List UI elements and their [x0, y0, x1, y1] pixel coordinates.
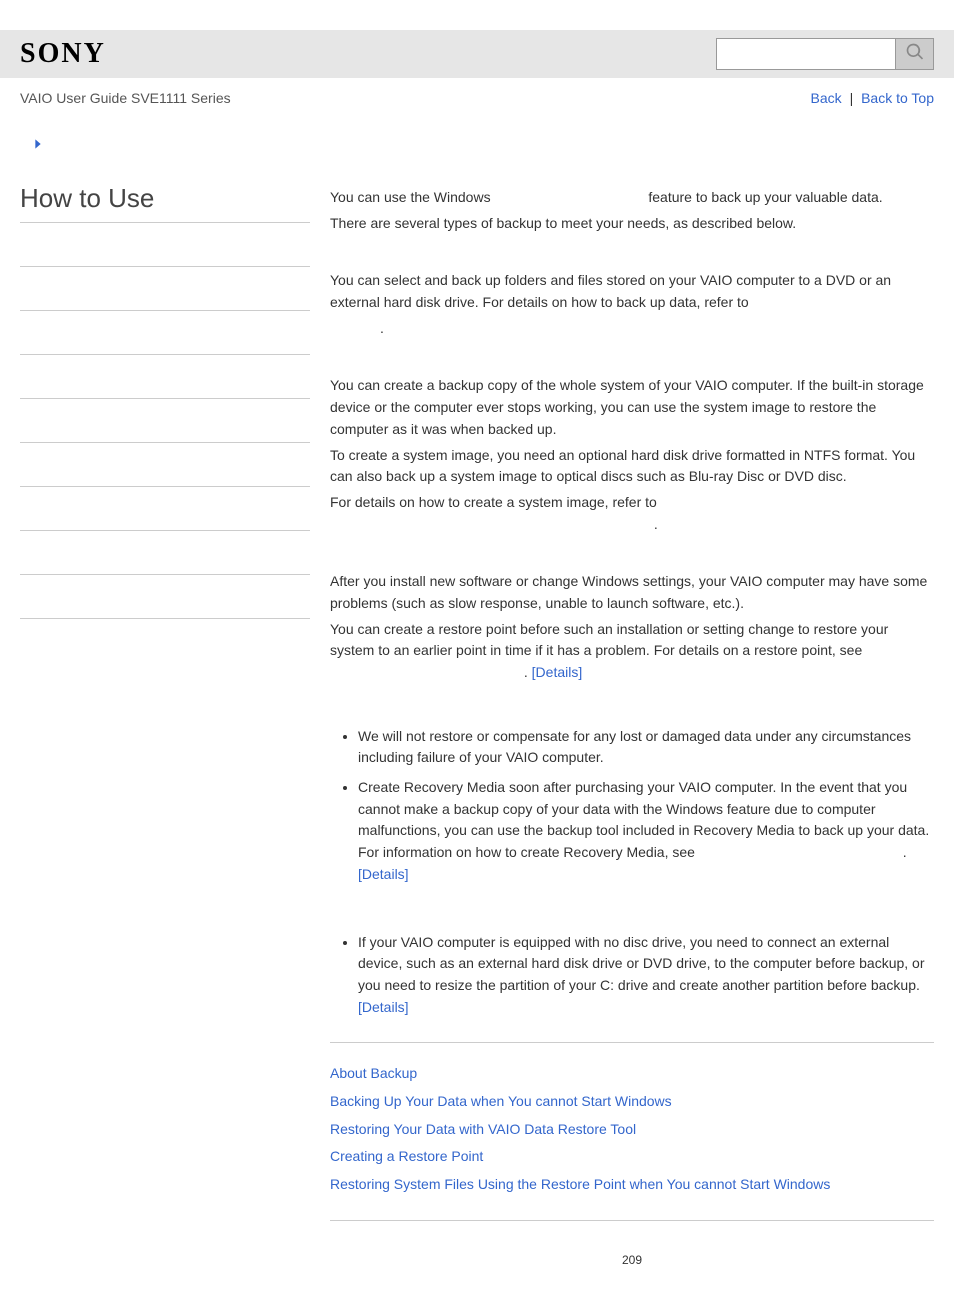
separator: | — [850, 90, 854, 106]
header-bar: SONY — [0, 30, 954, 78]
related-link[interactable]: Backing Up Your Data when You cannot Sta… — [330, 1091, 934, 1113]
text: . — [654, 516, 658, 532]
details-link[interactable]: [Details] — [532, 664, 583, 680]
notes-list-2: If your VAIO computer is equipped with n… — [358, 932, 934, 1019]
search-input[interactable] — [716, 38, 896, 70]
back-link[interactable]: Back — [811, 90, 842, 106]
nav-arrow-icon[interactable] — [30, 136, 954, 157]
section-3-p2: You can create a restore point before su… — [330, 619, 934, 684]
section-2-p1: You can create a backup copy of the whol… — [330, 375, 934, 440]
sub-bar: VAIO User Guide SVE1111 Series Back | Ba… — [0, 78, 954, 106]
sidebar-item[interactable] — [20, 223, 310, 267]
sidebar-item[interactable] — [20, 355, 310, 399]
text: . — [524, 664, 532, 680]
details-link[interactable]: [Details] — [358, 999, 409, 1015]
section-2-p3: For details on how to create a system im… — [330, 492, 934, 535]
text: feature to back up your valuable data. — [648, 189, 882, 205]
sidebar-item[interactable] — [20, 575, 310, 619]
text: You can use the Windows — [330, 189, 494, 205]
top-links: Back | Back to Top — [811, 90, 934, 106]
text: For details on how to create a system im… — [330, 494, 657, 510]
text: If your VAIO computer is equipped with n… — [358, 934, 925, 993]
related-link[interactable]: About Backup — [330, 1063, 934, 1085]
list-item: Create Recovery Media soon after purchas… — [358, 777, 934, 885]
text: You can select and back up folders and f… — [330, 272, 891, 310]
sony-logo: SONY — [20, 38, 106, 70]
related-separator — [330, 1042, 934, 1043]
related-link[interactable]: Restoring Your Data with VAIO Data Resto… — [330, 1119, 934, 1141]
search-button[interactable] — [896, 38, 934, 70]
related-separator — [330, 1220, 934, 1221]
sidebar: How to Use — [20, 157, 330, 1269]
sidebar-item[interactable] — [20, 531, 310, 575]
related-link[interactable]: Creating a Restore Point — [330, 1146, 934, 1168]
section-3-p1: After you install new software or change… — [330, 571, 934, 614]
search-icon — [905, 42, 925, 67]
content: You can use the Windows feature to back … — [330, 157, 934, 1269]
breadcrumb: VAIO User Guide SVE1111 Series — [20, 90, 231, 106]
sidebar-item[interactable] — [20, 267, 310, 311]
page-number: 209 — [330, 1251, 934, 1270]
section-1-text: You can select and back up folders and f… — [330, 270, 934, 313]
section-2-p2: To create a system image, you need an op… — [330, 445, 934, 488]
main-wrap: How to Use You can use the Windows featu… — [0, 157, 954, 1309]
sidebar-item[interactable] — [20, 311, 310, 355]
details-link[interactable]: [Details] — [358, 866, 409, 882]
text: Create Recovery Media soon after purchas… — [358, 779, 929, 838]
sidebar-item[interactable] — [20, 487, 310, 531]
intro-text-2: There are several types of backup to mee… — [330, 213, 934, 235]
text: For information on how to create Recover… — [358, 844, 699, 860]
list-item: We will not restore or compensate for an… — [358, 726, 934, 769]
notes-list-1: We will not restore or compensate for an… — [358, 726, 934, 886]
list-item: If your VAIO computer is equipped with n… — [358, 932, 934, 1019]
text: . — [903, 844, 907, 860]
sidebar-item[interactable] — [20, 443, 310, 487]
text: You can create a restore point before su… — [330, 621, 888, 659]
sidebar-item[interactable] — [20, 399, 310, 443]
search-wrap — [716, 38, 934, 70]
related-link[interactable]: Restoring System Files Using the Restore… — [330, 1174, 934, 1196]
intro-text: You can use the Windows feature to back … — [330, 187, 934, 209]
related-links: About Backup Backing Up Your Data when Y… — [330, 1063, 934, 1195]
sidebar-title: How to Use — [20, 183, 310, 214]
section-1-end: . — [330, 318, 934, 340]
back-to-top-link[interactable]: Back to Top — [861, 90, 934, 106]
